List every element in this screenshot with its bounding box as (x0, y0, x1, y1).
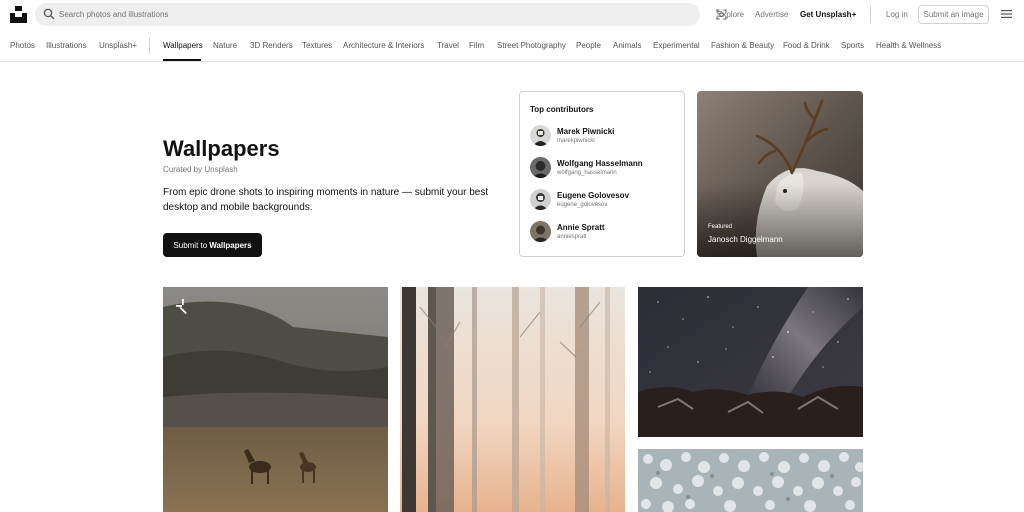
topic-description: From epic drone shots to inspiring momen… (163, 187, 489, 213)
unsplash-logo-icon[interactable] (10, 6, 27, 23)
submit-prefix: Submit to (173, 240, 208, 250)
cat-food-drink[interactable]: Food & Drink (783, 41, 830, 50)
login-link[interactable]: Log in (886, 10, 908, 19)
contributor-item[interactable]: Eugene Golovesov eugene_golovesov (530, 189, 680, 211)
contributor-name[interactable]: Annie Spratt (557, 223, 605, 232)
contributor-username: eugene_golovesov (557, 202, 608, 208)
advertise-link[interactable]: Advertise (755, 10, 788, 19)
contributor-username: marekpiwnicki (557, 138, 595, 144)
avatar (530, 125, 551, 146)
category-divider (149, 38, 150, 54)
contributor-name[interactable]: Wolfgang Hasselmann (557, 159, 643, 168)
top-header: Explore Advertise Get Unsplash+ Log in S… (0, 0, 1024, 30)
cat-health-wellness[interactable]: Health & Wellness (876, 41, 941, 50)
featured-label: Featured (708, 224, 733, 230)
contributor-name[interactable]: Marek Piwnicki (557, 127, 614, 136)
featured-photo[interactable]: Featured Janosch Diggelmann (697, 91, 863, 257)
hamburger-menu-icon[interactable] (1001, 9, 1012, 19)
header-divider (870, 6, 871, 23)
cat-fashion-beauty[interactable]: Fashion & Beauty (711, 41, 774, 50)
get-unsplash-plus-link[interactable]: Get Unsplash+ (800, 10, 856, 19)
submit-to-topic-button[interactable]: Submit to Wallpapers (163, 233, 262, 257)
search-icon (43, 8, 55, 20)
search-input[interactable] (59, 6, 659, 23)
photo-snowy-forest[interactable] (638, 449, 863, 512)
cat-photos[interactable]: Photos (10, 41, 35, 50)
cat-travel[interactable]: Travel (437, 41, 459, 50)
curated-by: Curated by Unsplash (163, 165, 238, 174)
top-contributors-card: Top contributors Marek Piwnicki marekpiw… (519, 91, 685, 257)
horses-image (163, 287, 388, 512)
contributor-item[interactable]: Wolfgang Hasselmann wolfgang_hasselmann (530, 157, 680, 179)
night-sky-image (638, 287, 863, 437)
reindeer-image (697, 91, 863, 257)
cat-wallpapers[interactable]: Wallpapers (163, 41, 203, 50)
cat-illustrations[interactable]: Illustrations (46, 41, 86, 50)
snowy-trees-image (638, 449, 863, 512)
submit-image-button[interactable]: Submit an image (918, 5, 989, 24)
contributors-title: Top contributors (530, 105, 594, 114)
cat-nature[interactable]: Nature (213, 41, 237, 50)
photo-milky-way[interactable] (638, 287, 863, 437)
page-title: Wallpapers (163, 136, 280, 161)
cat-film[interactable]: Film (469, 41, 484, 50)
submit-topic: Wallpapers (209, 240, 252, 250)
contributor-username: wolfgang_hasselmann (557, 170, 617, 176)
cat-textures[interactable]: Textures (302, 41, 332, 50)
contributor-item[interactable]: Annie Spratt anniespratt (530, 221, 680, 243)
avatar (530, 189, 551, 210)
cat-animals[interactable]: Animals (613, 41, 641, 50)
featured-photographer[interactable]: Janosch Diggelmann (708, 235, 783, 244)
cat-experimental[interactable]: Experimental (653, 41, 700, 50)
cat-3d-renders[interactable]: 3D Renders (250, 41, 293, 50)
explore-link[interactable]: Explore (717, 10, 744, 19)
cat-people[interactable]: People (576, 41, 601, 50)
search-bar[interactable] (35, 3, 727, 26)
avatar (530, 221, 551, 242)
category-nav: Photos Illustrations Unsplash+ Wallpaper… (0, 30, 1024, 62)
photo-horses-field[interactable] (163, 287, 388, 512)
photo-misty-forest[interactable] (400, 287, 625, 512)
cat-architecture-interiors[interactable]: Architecture & Interiors (343, 41, 424, 50)
contributor-username: anniespratt (557, 234, 587, 240)
forest-image (400, 287, 625, 512)
cat-unsplash-plus[interactable]: Unsplash+ (99, 41, 137, 50)
contributor-item[interactable]: Marek Piwnicki marekpiwnicki (530, 125, 680, 147)
cat-sports[interactable]: Sports (841, 41, 864, 50)
active-category-underline (163, 59, 201, 61)
avatar (530, 157, 551, 178)
cat-street-photography[interactable]: Street Photography (497, 41, 566, 50)
contributor-name[interactable]: Eugene Golovesov (557, 191, 629, 200)
